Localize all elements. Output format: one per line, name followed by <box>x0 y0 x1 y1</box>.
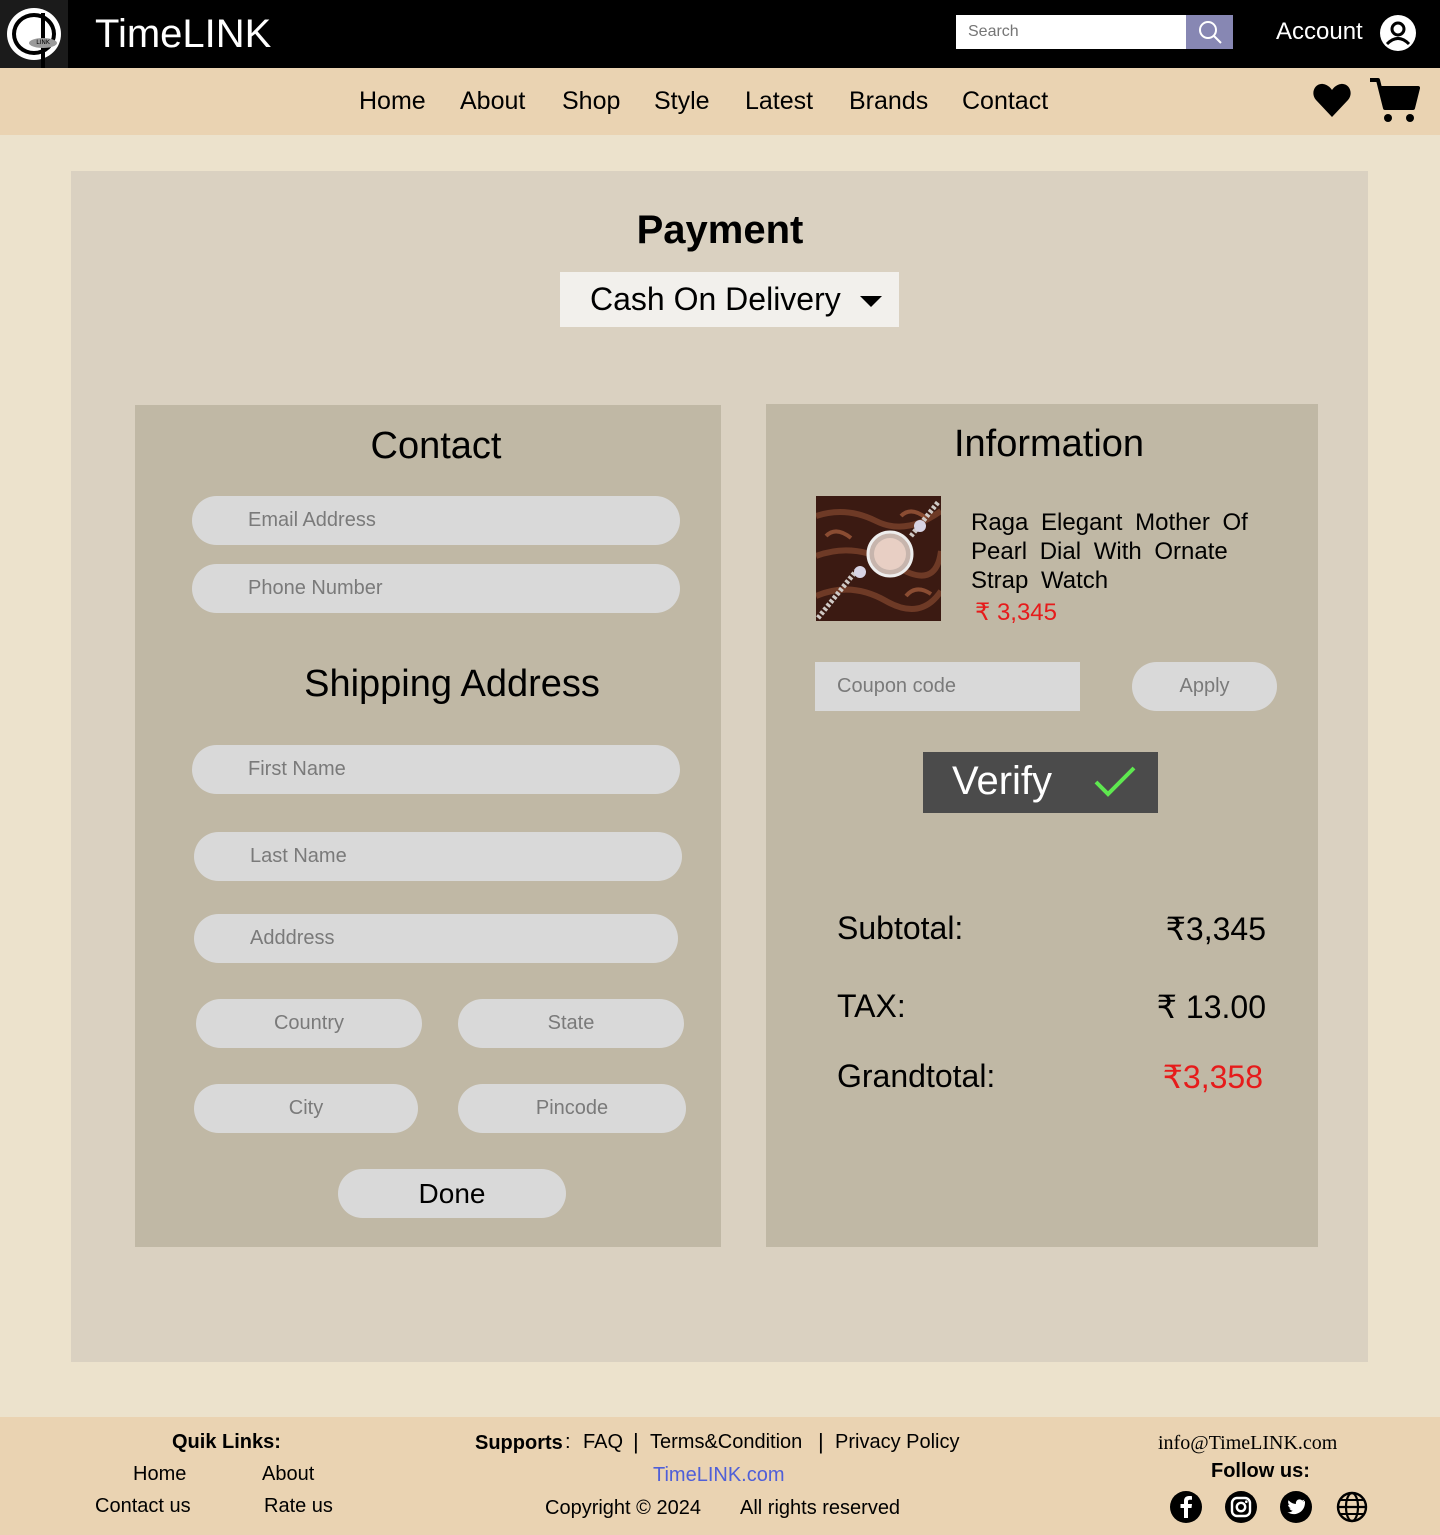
divider: | <box>818 1429 824 1454</box>
grandtotal-label: Grandtotal: <box>837 1058 996 1094</box>
product-name[interactable]: Raga Elegant Mother Of Pearl Dial With O… <box>971 508 1291 595</box>
shipping-title: Shipping Address <box>304 663 600 705</box>
search-icon <box>1198 21 1222 44</box>
brand-title[interactable]: TimeLINK <box>95 12 271 57</box>
facebook-icon[interactable] <box>1169 1490 1203 1524</box>
footer-link-rate[interactable]: Rate us <box>264 1495 333 1518</box>
address-field[interactable] <box>194 914 678 963</box>
contact-title: Contact <box>370 425 502 467</box>
logo-text: LINK <box>29 38 57 48</box>
done-button[interactable]: Done <box>338 1169 566 1218</box>
supports-label: Supports <box>475 1432 563 1454</box>
quick-links-title: Quik Links: <box>172 1431 281 1453</box>
cart-icon[interactable] <box>1368 76 1420 124</box>
instagram-icon[interactable] <box>1224 1490 1258 1524</box>
terms-link[interactable]: Terms&Condition <box>650 1431 802 1454</box>
globe-icon[interactable] <box>1335 1490 1369 1524</box>
city-field[interactable] <box>194 1084 418 1133</box>
search-input[interactable] <box>956 15 1187 49</box>
product-price: ₹ 3,345 <box>975 599 1057 626</box>
logo[interactable]: LINK <box>0 0 68 73</box>
email-field[interactable] <box>192 496 680 545</box>
heart-icon[interactable] <box>1312 80 1352 120</box>
nav-latest[interactable]: Latest <box>745 87 813 116</box>
search-button[interactable] <box>1186 15 1233 49</box>
payment-method-select[interactable]: Cash On Delivery <box>560 272 899 327</box>
grandtotal-value: ₹3,358 <box>1162 1059 1263 1095</box>
privacy-link[interactable]: Privacy Policy <box>835 1431 959 1454</box>
pincode-field[interactable] <box>458 1084 686 1133</box>
nav-style[interactable]: Style <box>654 87 710 116</box>
twitter-icon[interactable] <box>1279 1490 1313 1524</box>
chevron-down-icon[interactable] <box>860 296 882 307</box>
nav-brands[interactable]: Brands <box>849 87 928 116</box>
first-name-field[interactable] <box>192 745 680 794</box>
apply-button[interactable]: Apply <box>1132 662 1277 711</box>
nav-about[interactable]: About <box>460 87 525 116</box>
subtotal-value: ₹3,345 <box>1165 911 1266 947</box>
product-image[interactable] <box>816 496 941 621</box>
follow-label: Follow us: <box>1211 1460 1310 1482</box>
footer-link-about[interactable]: About <box>262 1463 314 1486</box>
footer-link-contact[interactable]: Contact us <box>95 1495 191 1518</box>
supports-colon: : <box>565 1431 571 1453</box>
rights-text: All rights reserved <box>740 1497 901 1519</box>
payment-title: Payment <box>636 208 804 252</box>
account-link[interactable]: Account <box>1276 18 1363 46</box>
user-icon[interactable] <box>1380 15 1416 51</box>
verify-label: Verify <box>952 759 1053 803</box>
nav-home[interactable]: Home <box>359 87 426 116</box>
phone-field[interactable] <box>192 564 680 613</box>
subtotal-label: Subtotal: <box>837 910 964 946</box>
website-link[interactable]: TimeLINK.com <box>653 1464 785 1487</box>
last-name-field[interactable] <box>194 832 682 881</box>
check-icon <box>1094 766 1136 797</box>
country-field[interactable] <box>196 999 422 1048</box>
nav-contact[interactable]: Contact <box>962 87 1048 116</box>
logo-badge: LINK <box>7 8 61 73</box>
nav-shop[interactable]: Shop <box>562 87 620 116</box>
copyright: Copyright © 2024 <box>545 1497 701 1519</box>
footer-email[interactable]: info@TimeLINK.com <box>1158 1432 1337 1455</box>
divider: | <box>633 1429 639 1454</box>
tax-value: ₹ 13.00 <box>1156 989 1266 1025</box>
footer-link-home[interactable]: Home <box>133 1463 186 1486</box>
tax-label: TAX: <box>837 988 906 1024</box>
coupon-field[interactable] <box>815 662 1080 711</box>
nav-bar <box>0 68 1440 135</box>
state-field[interactable] <box>458 999 684 1048</box>
information-title: Information <box>953 423 1145 465</box>
faq-link[interactable]: FAQ <box>583 1431 623 1454</box>
verify-button[interactable]: Verify <box>923 752 1158 813</box>
